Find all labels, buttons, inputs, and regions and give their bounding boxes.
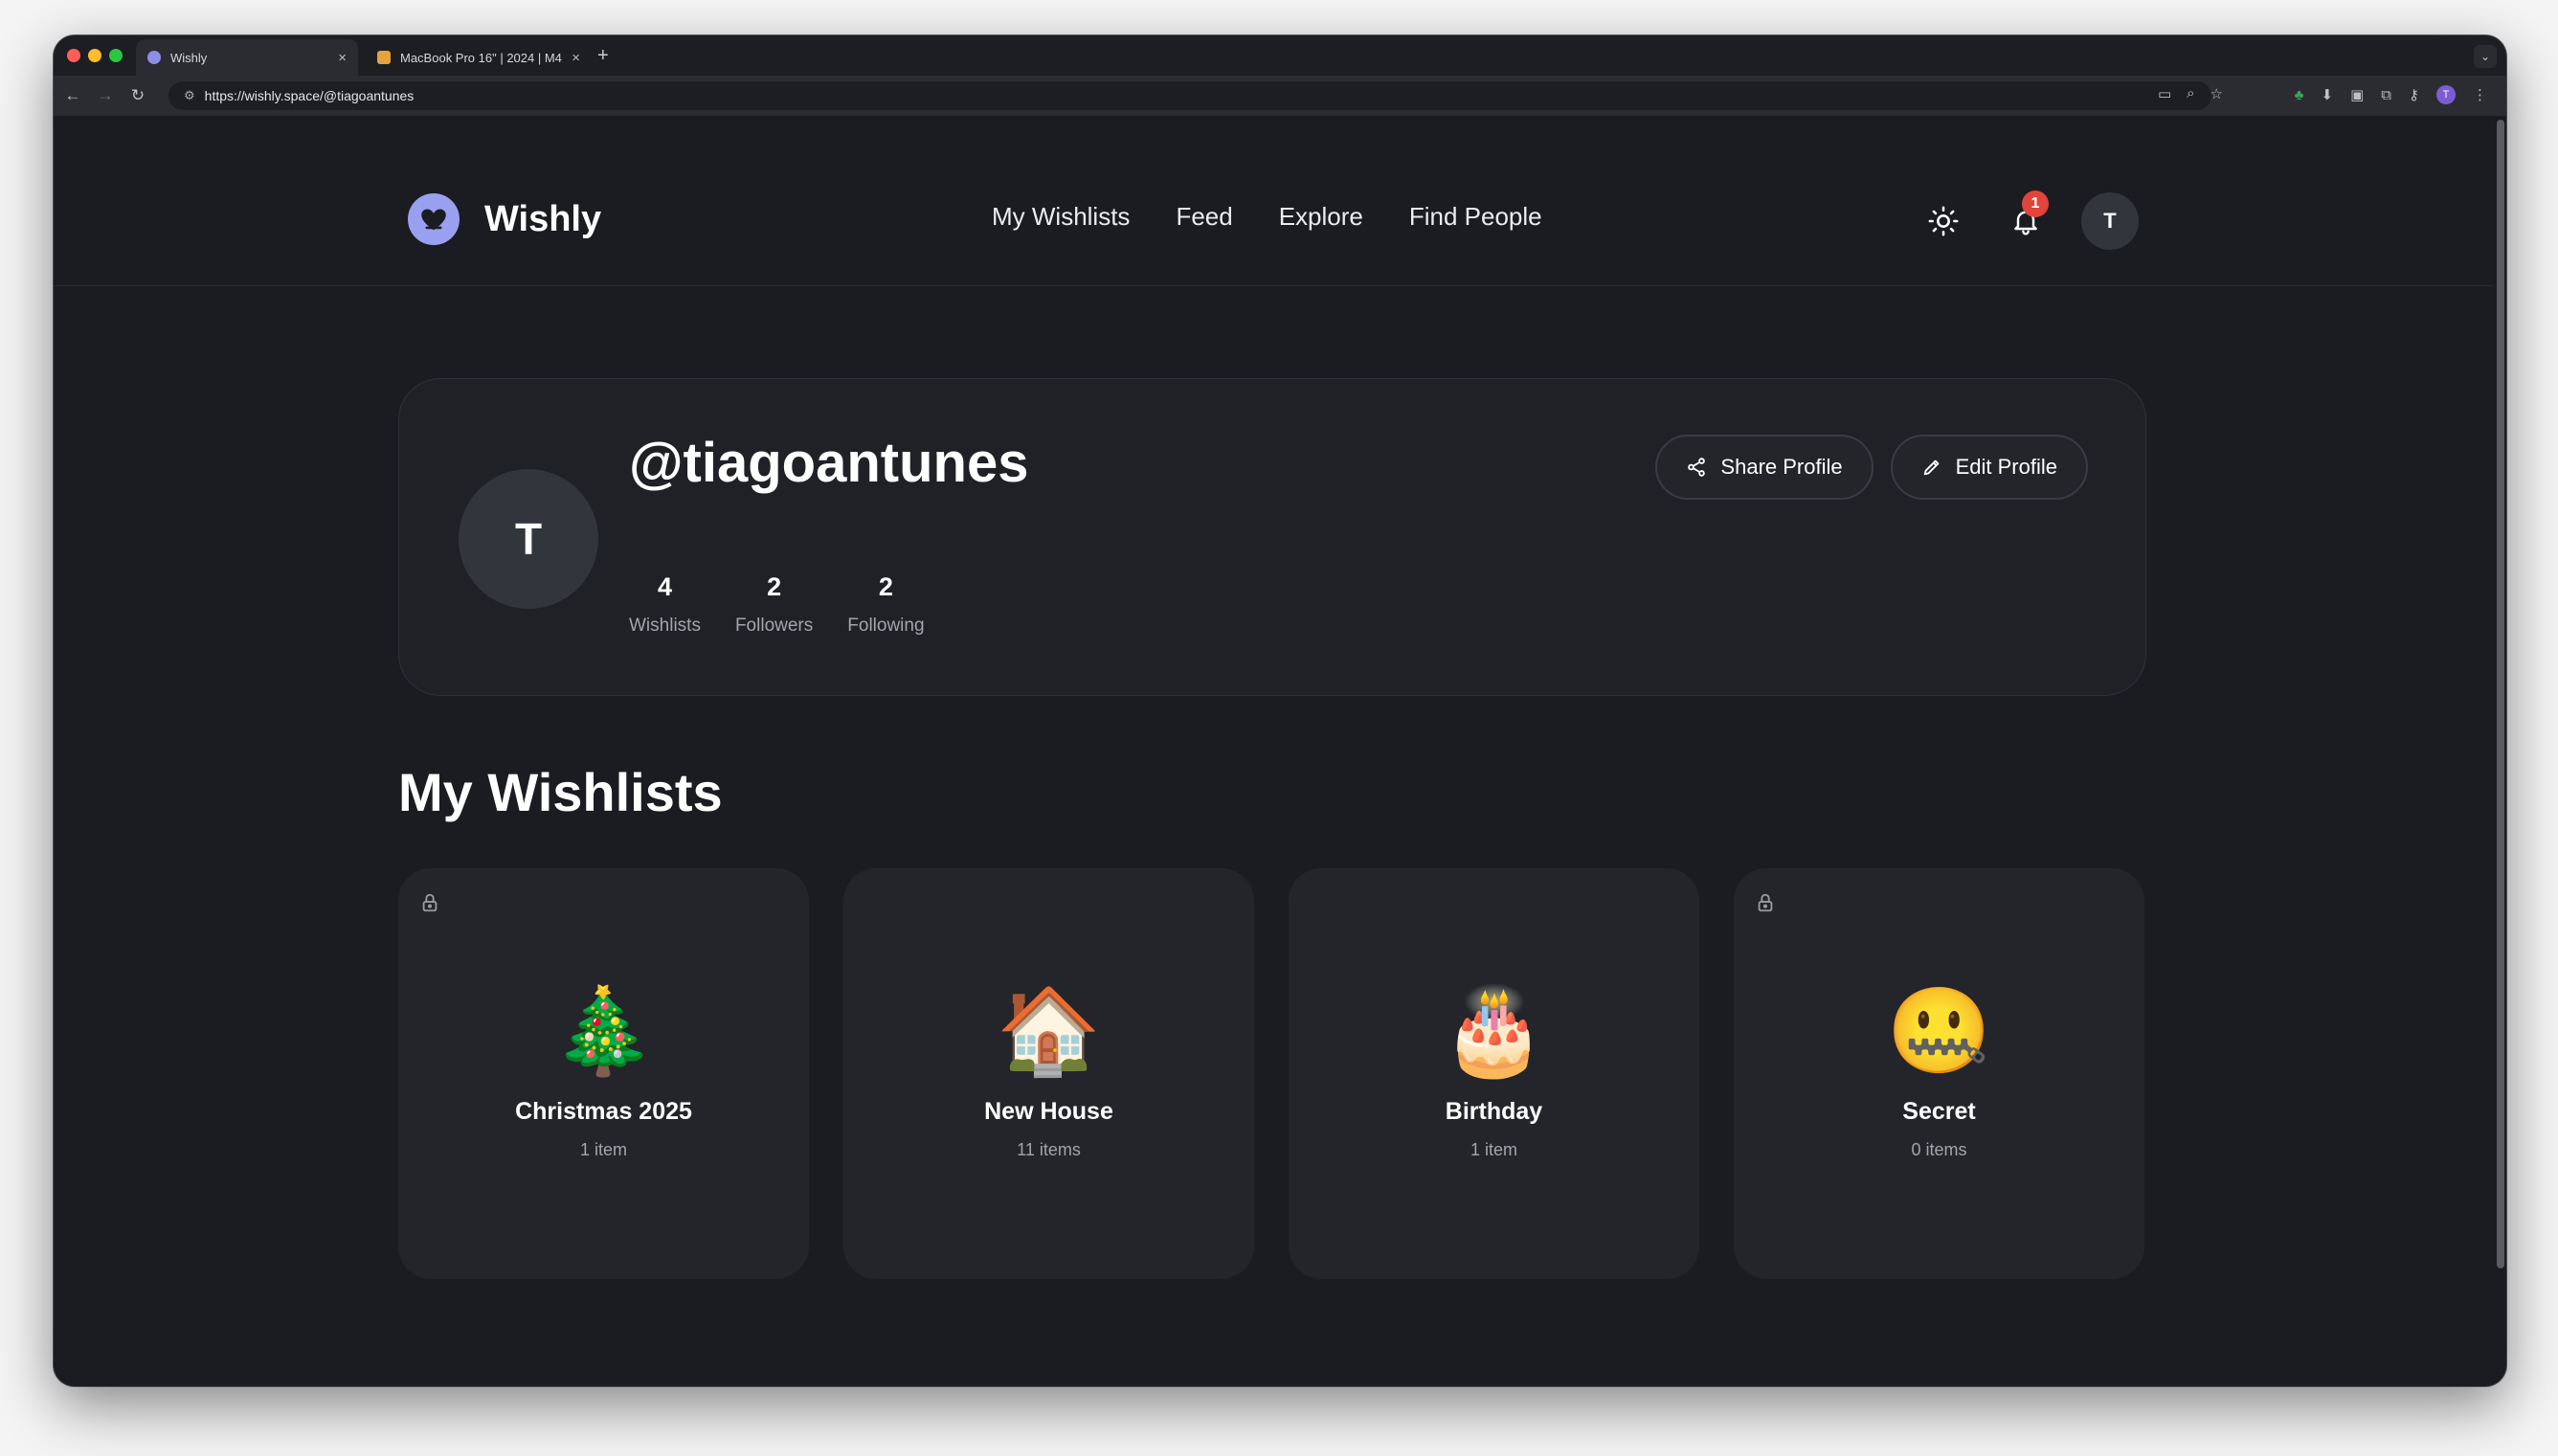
- wishlist-item-count: 1 item: [1470, 1140, 1518, 1159]
- site-header: Wishly My Wishlists Feed Explore Find Pe…: [54, 116, 2493, 286]
- stat-followers[interactable]: 2 Followers: [735, 572, 813, 637]
- profile-username: @tiagoantunes: [629, 432, 1029, 494]
- tab-wishly[interactable]: Wishly ×: [136, 39, 358, 76]
- sun-icon: [1928, 206, 1959, 236]
- nav-explore[interactable]: Explore: [1279, 202, 1363, 232]
- stat-following[interactable]: 2 Following: [847, 572, 924, 637]
- browser-window: Wishly × MacBook Pro 16" | 2024 | M4 × +…: [54, 35, 2506, 1386]
- site-logo[interactable]: Wishly: [408, 193, 601, 245]
- cast-icon[interactable]: ▭: [2158, 85, 2171, 102]
- stat-value: 2: [878, 572, 893, 601]
- page-content: Wishly My Wishlists Feed Explore Find Pe…: [54, 116, 2493, 1386]
- address-bar[interactable]: ⚙ https://wishly.space/@tiagoantunes: [168, 81, 2211, 110]
- extension-box-icon[interactable]: ▣: [2350, 86, 2364, 103]
- stat-label: Wishlists: [629, 616, 701, 636]
- wishly-favicon-icon: [147, 51, 161, 64]
- page-scrollbar[interactable]: [2497, 120, 2504, 1268]
- wishlist-item-count: 1 item: [579, 1140, 628, 1159]
- browser-menu-icon[interactable]: ⋮: [2473, 86, 2487, 103]
- wishlist-item-count: 0 items: [1911, 1140, 1967, 1159]
- wishlist-emoji: 🎄: [550, 983, 657, 1078]
- wishlist-name: Birthday: [1445, 1098, 1543, 1125]
- stat-label: Followers: [734, 616, 814, 636]
- extensions-puzzle-icon[interactable]: ⧉: [2381, 87, 2391, 103]
- close-tab-icon[interactable]: ×: [338, 50, 347, 66]
- main-nav: My Wishlists Feed Explore Find People: [992, 202, 1542, 232]
- stat-wishlists[interactable]: 4 Wishlists: [629, 572, 701, 637]
- profile-stats: 4 Wishlists 2 Followers 2 Following: [629, 572, 925, 637]
- zoom-window-button[interactable]: [109, 49, 123, 62]
- omnibox-actions: ▭ ⌕ ☆: [2158, 85, 2223, 102]
- theme-toggle-button[interactable]: [1917, 194, 1970, 248]
- wishlist-card[interactable]: 🎂 Birthday 1 item: [1289, 868, 1699, 1279]
- pencil-icon: [1923, 459, 1939, 476]
- profile-card: T @tiagoantunes 4 Wishlists 2 Followers …: [398, 378, 2146, 696]
- tab-title: Wishly: [170, 50, 208, 65]
- edit-profile-button[interactable]: Edit Profile: [1890, 435, 2088, 500]
- notifications-button[interactable]: 1: [1999, 190, 2053, 248]
- logo-text: Wishly: [484, 198, 602, 239]
- tab-macbook[interactable]: MacBook Pro 16" | 2024 | M4 ×: [366, 39, 592, 76]
- new-tab-icon[interactable]: +: [597, 45, 609, 67]
- wishlist-card[interactable]: 🤐 Secret 0 items: [1734, 868, 2144, 1279]
- tab-title: MacBook Pro 16" | 2024 | M4: [400, 50, 562, 65]
- window-controls: [67, 49, 123, 62]
- extensions-area: ♣ ⬇ ▣ ⧉ ⚷ T ⋮: [2295, 85, 2487, 104]
- back-icon[interactable]: ←: [59, 86, 86, 105]
- wishlist-name: Secret: [1902, 1098, 1976, 1125]
- user-avatar[interactable]: T: [2081, 192, 2139, 250]
- close-window-button[interactable]: [67, 49, 80, 62]
- lock-icon: [1758, 893, 1773, 912]
- zoom-icon[interactable]: ⌕: [2187, 85, 2194, 102]
- share-profile-label: Share Profile: [1720, 455, 1843, 479]
- profile-actions: Share Profile Edit Profile: [1655, 435, 2088, 500]
- profile-avatar: T: [459, 469, 598, 609]
- share-icon: [1688, 458, 1706, 477]
- stat-label: Following: [847, 616, 925, 636]
- wishlist-emoji: 🎂: [1441, 983, 1547, 1078]
- header-actions: 1 T: [1917, 190, 2139, 250]
- tab-strip: Wishly × MacBook Pro 16" | 2024 | M4 × +…: [54, 35, 2506, 76]
- heart-logo-icon: [408, 193, 460, 245]
- wishlist-card[interactable]: 🏠 New House 11 items: [843, 868, 1254, 1279]
- wishlist-emoji: 🏠: [996, 983, 1102, 1078]
- wishlist-grid: 🎄 Christmas 2025 1 item 🏠 New House 11 i…: [398, 868, 2144, 1279]
- nav-find-people[interactable]: Find People: [1409, 202, 1542, 232]
- wishlist-name: Christmas 2025: [515, 1098, 692, 1125]
- site-info-icon[interactable]: ⚙: [184, 88, 195, 103]
- wishlist-item-count: 11 items: [1017, 1140, 1081, 1159]
- stat-value: 4: [657, 572, 672, 601]
- edit-profile-label: Edit Profile: [1955, 455, 2057, 479]
- stat-value: 2: [767, 572, 782, 601]
- close-tab-icon[interactable]: ×: [572, 50, 580, 66]
- reload-icon[interactable]: ↻: [124, 86, 151, 105]
- forward-icon[interactable]: →: [92, 86, 119, 105]
- extension-download-icon[interactable]: ⬇: [2322, 86, 2334, 103]
- minimize-window-button[interactable]: [88, 49, 101, 62]
- section-title: My Wishlists: [398, 762, 723, 822]
- browser-profile-avatar[interactable]: T: [2436, 85, 2456, 104]
- wishlist-name: New House: [984, 1098, 1113, 1125]
- browser-toolbar: ← → ↻ ⚙ https://wishly.space/@tiagoantun…: [54, 76, 2506, 116]
- tab-search-icon[interactable]: ⌄: [2474, 45, 2497, 68]
- notification-badge: 1: [2022, 190, 2049, 217]
- extension-leaf-icon[interactable]: ♣: [2295, 87, 2304, 103]
- url-text: https://wishly.space/@tiagoantunes: [204, 88, 415, 103]
- store-favicon-icon: [377, 51, 391, 64]
- share-profile-button[interactable]: Share Profile: [1655, 435, 1874, 500]
- lock-icon: [422, 893, 438, 912]
- password-key-icon[interactable]: ⚷: [2409, 86, 2419, 103]
- wishlist-card[interactable]: 🎄 Christmas 2025 1 item: [398, 868, 809, 1279]
- nav-my-wishlists[interactable]: My Wishlists: [992, 202, 1130, 232]
- bookmark-star-icon[interactable]: ☆: [2210, 85, 2223, 102]
- wishlist-emoji: 🤐: [1886, 983, 1992, 1078]
- nav-feed[interactable]: Feed: [1176, 202, 1232, 232]
